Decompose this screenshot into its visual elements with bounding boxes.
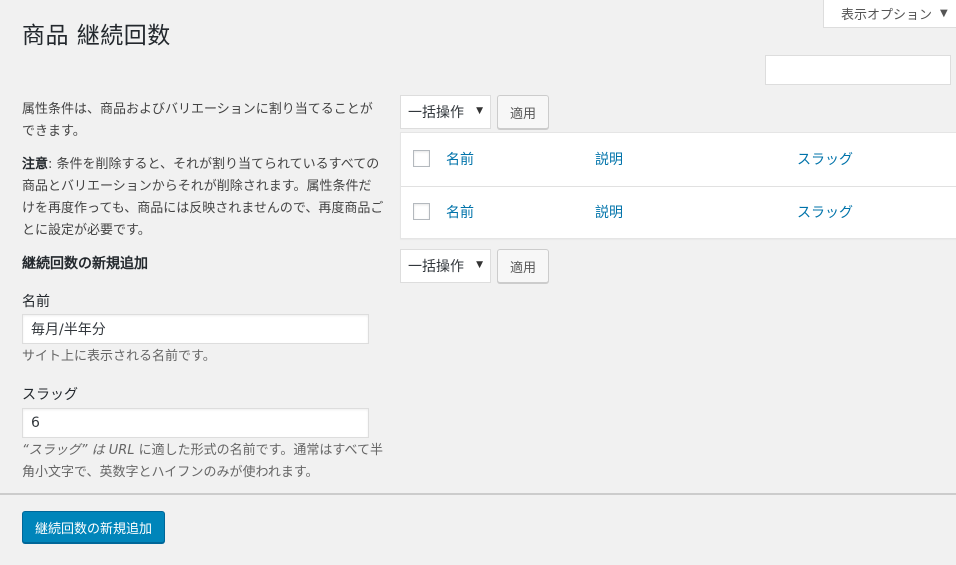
slug-label: スラッグ	[22, 387, 78, 403]
name-help: サイト上に表示される名前です。	[22, 349, 216, 364]
note-label: 注意	[22, 157, 49, 172]
column-name-footer[interactable]: 名前	[446, 202, 474, 222]
bulk-actions-top: 一括操作 ▼ 適用	[400, 95, 550, 129]
column-description[interactable]: 説明	[595, 149, 623, 169]
search-input[interactable]	[765, 55, 951, 85]
section-title: 継続回数の新規追加	[22, 256, 148, 272]
name-field[interactable]	[22, 314, 369, 344]
slug-help: “スラッグ” は URL に適した形式の名前です。通常はすべて半角小文字で、英数…	[22, 440, 384, 484]
bulk-action-select-bottom[interactable]: 一括操作 ▼	[400, 249, 491, 283]
table-footer-row: 名前 説明 スラッグ	[401, 186, 956, 239]
screen-options-label: 表示オプション	[841, 8, 933, 23]
screen-options-button[interactable]: 表示オプション ▼	[823, 0, 956, 28]
column-slug[interactable]: スラッグ	[797, 149, 853, 169]
slug-field[interactable]	[22, 408, 369, 438]
apply-button[interactable]: 適用	[497, 95, 550, 129]
intro-text: 属性条件は、商品およびバリエーションに割り当てることができます。	[22, 102, 373, 139]
dropdown-arrow-icon: ▼	[476, 106, 483, 116]
caret-down-icon: ▼	[940, 8, 948, 19]
column-name[interactable]: 名前	[446, 149, 474, 169]
column-slug-footer[interactable]: スラッグ	[797, 202, 853, 222]
column-description-footer[interactable]: 説明	[595, 202, 623, 222]
bulk-action-select-bottom-label: 一括操作	[408, 259, 464, 275]
dropdown-arrow-icon: ▼	[476, 260, 483, 270]
bulk-action-select-label: 一括操作	[408, 105, 464, 121]
divider	[0, 493, 956, 495]
page-title: 商品 継続回数	[22, 23, 171, 49]
add-new-term-button[interactable]: 継続回数の新規追加	[22, 511, 166, 543]
select-all-checkbox-footer[interactable]	[413, 203, 430, 220]
slug-help-url: URL	[108, 443, 135, 458]
name-label: 名前	[22, 294, 50, 310]
apply-button-bottom[interactable]: 適用	[497, 249, 550, 283]
slug-help-part1: “スラッグ” は	[22, 443, 109, 458]
bulk-action-select[interactable]: 一括操作 ▼	[400, 95, 491, 129]
bulk-actions-bottom: 一括操作 ▼ 適用	[400, 249, 550, 283]
terms-table: 名前 説明 スラッグ 名前 説明 スラッグ	[400, 132, 956, 239]
note-text: 注意: 条件を削除すると、それが割り当てられているすべての商品とバリエーションか…	[22, 154, 384, 242]
select-all-checkbox[interactable]	[413, 150, 430, 167]
note-body: : 条件を削除すると、それが割り当てられているすべての商品とバリエーションからそ…	[22, 157, 384, 238]
table-header-row: 名前 説明 スラッグ	[401, 133, 956, 187]
